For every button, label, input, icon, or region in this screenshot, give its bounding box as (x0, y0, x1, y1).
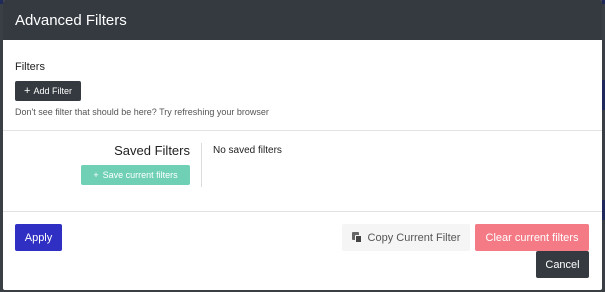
modal-body: Filters + Add Filter Don't see filter th… (3, 40, 602, 212)
advanced-filters-modal: Advanced Filters Filters + Add Filter Do… (3, 0, 602, 290)
clear-current-filters-button[interactable]: Clear current filters (475, 224, 589, 251)
modal-title: Advanced Filters (15, 11, 127, 29)
add-filter-button[interactable]: + Add Filter (15, 81, 81, 101)
cancel-button[interactable]: Cancel (536, 251, 589, 278)
copy-icon (351, 232, 362, 243)
saved-filters-title: Saved Filters (114, 143, 190, 158)
plus-icon: + (24, 84, 31, 97)
no-saved-filters-text: No saved filters (213, 145, 282, 156)
add-filter-label: Add Filter (33, 86, 72, 96)
save-current-filters-button[interactable]: + Save current filters (81, 165, 190, 185)
copy-label: Copy Current Filter (367, 231, 461, 244)
divider (3, 130, 602, 131)
copy-current-filter-button[interactable]: Copy Current Filter (342, 224, 470, 251)
refresh-hint: Don't see filter that should be here? Tr… (15, 107, 269, 117)
modal-header: Advanced Filters (3, 0, 602, 40)
filters-label: Filters (15, 61, 45, 73)
save-current-label: Save current filters (102, 170, 178, 180)
apply-button[interactable]: Apply (15, 224, 62, 251)
vertical-divider (201, 143, 202, 187)
footer-divider (3, 211, 602, 212)
plus-icon: + (93, 170, 99, 180)
